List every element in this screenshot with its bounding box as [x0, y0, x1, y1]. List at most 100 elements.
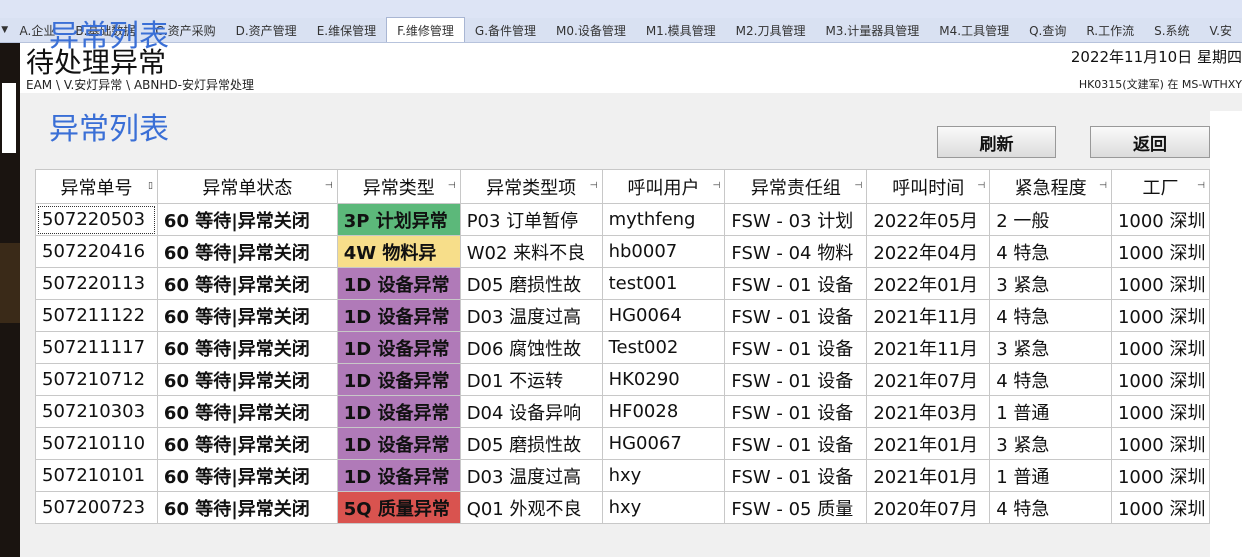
pin-icon[interactable]: ⊣ — [1099, 181, 1107, 191]
table-row[interactable]: 507220503 60 等待|异常关闭 3P 计划异常 P03 订单暂停 mythfe… — [35, 203, 1211, 236]
table-header-row: 异常单号 ▯ 异常单状态 ⊣ 异常类型 ⊣ 异常类型项 ⊣ 呼叫用户 ⊣ 异常责任组 ⊣ 呼叫时间 ⊣ 紧急… — [35, 169, 1211, 204]
column-header[interactable]: 异常类型项 ⊣ — [459, 169, 603, 204]
table-row[interactable]: 507200723 60 等待|异常关闭 5Q 质量异常 Q01 外观不良 hxy FSW… — [35, 491, 1211, 524]
table-cell: 507220113 — [35, 267, 158, 300]
table-row[interactable]: 507210101 60 等待|异常关闭 1D 设备异常 D03 温度过高 hxy FSW… — [35, 459, 1211, 492]
tab-item[interactable]: M2.刀具管理 — [726, 18, 816, 42]
tab-item[interactable]: R.工作流 — [1076, 18, 1144, 42]
column-header-label: 工厂 — [1142, 177, 1179, 199]
table-cell: HF0028 — [601, 395, 726, 428]
table-cell: 1D 设备异常 — [336, 395, 461, 428]
window-top-strip — [0, 0, 1242, 18]
column-header[interactable]: 紧急程度 ⊣ — [989, 169, 1112, 204]
table-cell: HG0064 — [601, 299, 726, 332]
table-row[interactable]: 507210303 60 等待|异常关闭 1D 设备异常 D04 设备异响 HF0028… — [35, 395, 1211, 428]
left-background — [0, 43, 20, 557]
table-cell: 3 紧急 — [989, 267, 1112, 300]
table-cell: 1D 设备异常 — [336, 267, 461, 300]
table-cell: 4 特急 — [989, 363, 1112, 396]
table-cell: W02 来料不良 — [459, 235, 603, 268]
column-header-label: 呼叫用户 — [627, 177, 700, 199]
table-cell: 1000 深圳 — [1110, 267, 1211, 300]
pin-icon[interactable]: ⊣ — [713, 181, 721, 191]
column-header[interactable]: 呼叫时间 ⊣ — [866, 169, 991, 204]
table-cell: 507210303 — [35, 395, 158, 428]
table-row[interactable]: 507220113 60 等待|异常关闭 1D 设备异常 D05 磨损性故 test00… — [35, 267, 1211, 300]
tab-item[interactable]: F.维修管理 — [386, 17, 465, 42]
pin-icon[interactable]: ▯ — [148, 181, 153, 191]
table-row[interactable]: 507210712 60 等待|异常关闭 1D 设备异常 D01 不运转 HK0290 F… — [35, 363, 1211, 396]
tab-item[interactable]: M4.工具管理 — [929, 18, 1019, 42]
table-cell: 60 等待|异常关闭 — [156, 267, 338, 300]
pin-icon[interactable]: ⊣ — [590, 181, 598, 191]
table-cell: hxy — [601, 491, 726, 524]
table-cell: 5Q 质量异常 — [336, 491, 461, 524]
back-button[interactable]: 返回 — [1090, 126, 1210, 158]
table-cell: Q01 外观不良 — [459, 491, 603, 524]
table-cell: 3P 计划异常 — [336, 203, 461, 236]
table-cell: D01 不运转 — [459, 363, 603, 396]
table-row[interactable]: 507220416 60 等待|异常关闭 4W 物料异 W02 来料不良 hb0007 F… — [35, 235, 1211, 268]
column-header[interactable]: 异常类型 ⊣ — [336, 169, 461, 204]
table-cell: 1D 设备异常 — [336, 459, 461, 492]
table-cell: 2021年11月 — [866, 299, 991, 332]
content-right-margin — [1210, 111, 1242, 557]
table-cell: 4 特急 — [989, 491, 1112, 524]
current-datetime: 2022年11月10日 星期四 — [1070, 48, 1242, 66]
table-cell: 507211122 — [35, 299, 158, 332]
tab-item[interactable]: M0.设备管理 — [546, 18, 636, 42]
column-header[interactable]: 呼叫用户 ⊣ — [601, 169, 726, 204]
column-header[interactable]: 异常单状态 ⊣ — [156, 169, 338, 204]
pin-icon[interactable]: ⊣ — [1197, 181, 1205, 191]
table-cell: 1D 设备异常 — [336, 299, 461, 332]
table-cell: 60 等待|异常关闭 — [156, 395, 338, 428]
column-header[interactable]: 工厂 ⊣ — [1110, 169, 1211, 204]
column-header[interactable]: 异常单号 ▯ — [35, 169, 158, 204]
table-cell: 2022年01月 — [866, 267, 991, 300]
section-title: 异常列表 — [49, 19, 169, 54]
column-header-label: 异常类型项 — [486, 177, 577, 199]
tab-item[interactable]: M3.计量器具管理 — [815, 18, 929, 42]
table-cell: 1000 深圳 — [1110, 491, 1211, 524]
table-cell: FSW - 04 物料 — [724, 235, 868, 268]
table-cell: FSW - 01 设备 — [724, 267, 868, 300]
table-cell: 2021年07月 — [866, 363, 991, 396]
table-cell: 1000 深圳 — [1110, 203, 1211, 236]
breadcrumb: EAM \ V.安灯异常 \ ABNHD-安灯异常处理 — [26, 78, 254, 92]
table-cell: D03 温度过高 — [459, 459, 603, 492]
pin-icon[interactable]: ⊣ — [325, 181, 333, 191]
column-header[interactable]: 异常责任组 ⊣ — [724, 169, 868, 204]
content-left-margin — [20, 93, 35, 557]
table-cell: 507220416 — [35, 235, 158, 268]
tab-item[interactable]: G.备件管理 — [465, 18, 546, 42]
table-cell: 1000 深圳 — [1110, 459, 1211, 492]
column-header-label: 呼叫时间 — [892, 177, 965, 199]
pin-icon[interactable]: ⊣ — [977, 181, 985, 191]
table-cell: Test002 — [601, 331, 726, 364]
tab-item[interactable]: V.安 — [1200, 18, 1242, 42]
table-cell: 1000 深圳 — [1110, 331, 1211, 364]
table-row[interactable]: 507210110 60 等待|异常关闭 1D 设备异常 D05 磨损性故 HG0067… — [35, 427, 1211, 460]
table-cell: 60 等待|异常关闭 — [156, 427, 338, 460]
table-row[interactable]: 507211122 60 等待|异常关闭 1D 设备异常 D03 温度过高 HG0064… — [35, 299, 1211, 332]
table-cell: 2021年11月 — [866, 331, 991, 364]
tab-item[interactable]: S.系统 — [1144, 18, 1199, 42]
table-cell: HG0067 — [601, 427, 726, 460]
table-cell: D04 设备异响 — [459, 395, 603, 428]
table-cell: 60 等待|异常关闭 — [156, 331, 338, 364]
column-header-label: 异常责任组 — [750, 177, 841, 199]
pin-icon[interactable]: ⊣ — [448, 181, 456, 191]
tab-item[interactable]: D.资产管理 — [226, 18, 307, 42]
table-cell: P03 订单暂停 — [459, 203, 603, 236]
tab-scroll-down-icon[interactable]: ▼ — [0, 18, 10, 42]
table-cell: FSW - 01 设备 — [724, 427, 868, 460]
refresh-button[interactable]: 刷新 — [937, 126, 1056, 158]
tab-item[interactable]: Q.查询 — [1019, 18, 1076, 42]
pin-icon[interactable]: ⊣ — [854, 181, 862, 191]
section-title-text: 异常列表 — [49, 112, 169, 147]
table-cell: 60 等待|异常关闭 — [156, 363, 338, 396]
tab-item[interactable]: E.维保管理 — [307, 18, 386, 42]
table-cell: 507210712 — [35, 363, 158, 396]
tab-item[interactable]: M1.模具管理 — [636, 18, 726, 42]
table-row[interactable]: 507211117 60 等待|异常关闭 1D 设备异常 D06 腐蚀性故 Test00… — [35, 331, 1211, 364]
